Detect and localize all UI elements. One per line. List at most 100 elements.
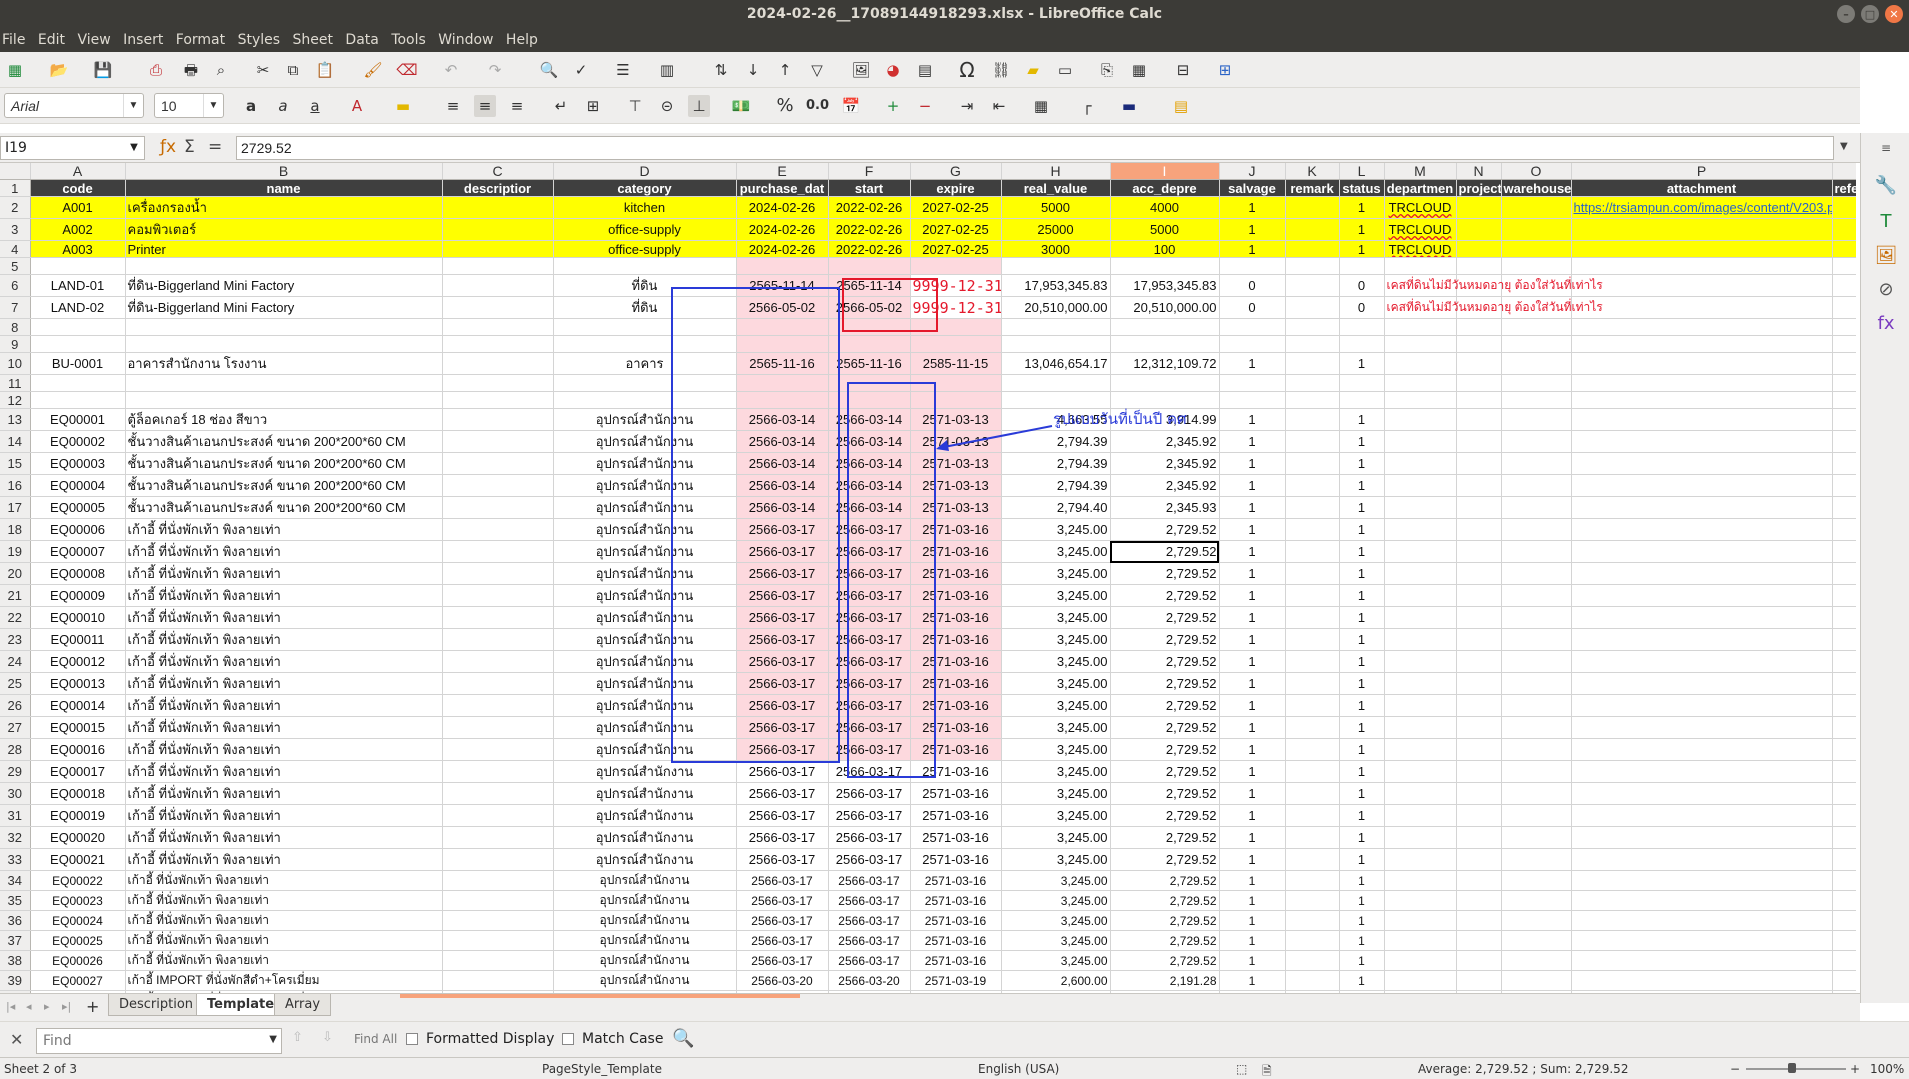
cell[interactable]: 2566-03-17: [828, 540, 911, 563]
cell[interactable]: [1339, 257, 1385, 275]
cell[interactable]: 5000: [1110, 218, 1220, 241]
cell[interactable]: [442, 218, 554, 241]
header-cell-start[interactable]: start: [828, 179, 911, 197]
cell[interactable]: อุปกรณ์สำนักงาน: [553, 650, 737, 673]
hyperlink-icon[interactable]: ⛓: [990, 59, 1012, 81]
cell[interactable]: [828, 391, 911, 409]
cell[interactable]: อุปกรณ์สำนักงาน: [553, 452, 737, 475]
cell[interactable]: เก้าอี้ IMPORT ที่นั่งพักสีดำ+โครเมี่ยม: [125, 970, 443, 991]
cell[interactable]: 1: [1219, 782, 1286, 805]
cell[interactable]: [1384, 628, 1457, 651]
cell[interactable]: ที่ดิน-Biggerland Mini Factory: [125, 274, 443, 297]
cell[interactable]: [1110, 318, 1220, 336]
cell[interactable]: 2566-03-17: [828, 628, 911, 651]
row-header[interactable]: 30: [0, 782, 31, 805]
cell[interactable]: [1501, 870, 1572, 891]
cell[interactable]: [828, 374, 911, 392]
cell[interactable]: 1: [1339, 584, 1385, 607]
cell[interactable]: 2566-03-17: [736, 738, 829, 761]
cell[interactable]: [1384, 474, 1457, 497]
cell[interactable]: [1001, 257, 1111, 275]
cell[interactable]: [1571, 930, 1833, 951]
cell[interactable]: [1339, 318, 1385, 336]
cell[interactable]: [1501, 930, 1572, 951]
cell[interactable]: [1571, 374, 1833, 392]
last-sheet-icon[interactable]: ▸|: [62, 1000, 71, 1013]
cell[interactable]: 1: [1339, 930, 1385, 951]
document-modified-icon[interactable]: 🗎: [1262, 1062, 1272, 1079]
row-header[interactable]: 36: [0, 910, 31, 931]
cell[interactable]: TRCLOUD: [1384, 196, 1457, 219]
cell[interactable]: [442, 196, 554, 219]
cell[interactable]: 2566-03-17: [828, 826, 911, 849]
cell[interactable]: เคสที่ดินไม่มีวันหมดอายุ ต้องใส่วันที่เท…: [1384, 296, 1603, 319]
sort-descending-icon[interactable]: ↑: [774, 59, 796, 81]
cell[interactable]: [1571, 218, 1833, 241]
cell[interactable]: [30, 374, 126, 392]
next-sheet-icon[interactable]: ▸: [44, 1000, 50, 1013]
cell[interactable]: [1571, 430, 1833, 453]
formula-icon[interactable]: =: [208, 137, 222, 157]
new-icon[interactable]: ▦: [4, 59, 26, 81]
cell[interactable]: 1: [1339, 196, 1385, 219]
cell[interactable]: [442, 352, 554, 375]
cell[interactable]: [1384, 950, 1457, 971]
menu-window[interactable]: Window: [436, 28, 499, 48]
cell[interactable]: 2,794.40: [1001, 496, 1111, 519]
cell[interactable]: 2566-03-14: [736, 430, 829, 453]
formula-input[interactable]: 2729.52: [236, 136, 1834, 160]
cell[interactable]: [1501, 196, 1572, 219]
cell[interactable]: 2566-03-14: [828, 430, 911, 453]
find-previous-icon[interactable]: ⇧: [292, 1030, 303, 1045]
column-header-C[interactable]: C: [442, 163, 554, 180]
cell[interactable]: [1571, 870, 1833, 891]
cell[interactable]: 2571-03-13: [910, 452, 1002, 475]
cell[interactable]: 2566-03-17: [828, 562, 911, 585]
cell[interactable]: [1832, 804, 1856, 827]
cell[interactable]: 20,510,000.00: [1110, 296, 1220, 319]
cell[interactable]: 2566-03-17: [828, 716, 911, 739]
cell[interactable]: 9999-12-31: [910, 296, 1002, 319]
cell[interactable]: [442, 408, 554, 431]
cell[interactable]: [1456, 474, 1502, 497]
cell[interactable]: เก้าอี้ ที่นั่งพักเท้า พิงลายเท่า: [125, 848, 443, 871]
cell[interactable]: 1: [1219, 910, 1286, 931]
cell[interactable]: 2022-02-26: [828, 218, 911, 241]
cell[interactable]: [1384, 518, 1457, 541]
cell[interactable]: 3,245.00: [1001, 716, 1111, 739]
select-all-corner[interactable]: [0, 163, 31, 180]
cell[interactable]: 3,245.00: [1001, 628, 1111, 651]
cell[interactable]: 1: [1339, 218, 1385, 241]
header-cell-real_value[interactable]: real_value: [1001, 179, 1111, 197]
cell[interactable]: อุปกรณ์สำนักงาน: [553, 826, 737, 849]
cell[interactable]: [442, 584, 554, 607]
row-header[interactable]: 38: [0, 950, 31, 971]
find-all-button[interactable]: Find All: [354, 1032, 397, 1046]
cell[interactable]: [1571, 584, 1833, 607]
cell[interactable]: 2566-03-17: [736, 540, 829, 563]
cell[interactable]: 2571-03-16: [910, 760, 1002, 783]
cell[interactable]: 2,729.52: [1110, 606, 1220, 629]
sum-icon[interactable]: Σ: [184, 137, 195, 157]
split-window-icon[interactable]: ⊟: [1172, 59, 1194, 81]
cell[interactable]: 2566-03-14: [736, 496, 829, 519]
cell[interactable]: 1: [1339, 848, 1385, 871]
cell[interactable]: ชั้นวางสินค้าเอนกประสงค์ ขนาด 200*200*60…: [125, 496, 443, 519]
cell[interactable]: [1285, 257, 1340, 275]
cell[interactable]: TRCLOUD: [1384, 218, 1457, 241]
cell[interactable]: 2,729.52: [1110, 890, 1220, 911]
cell[interactable]: 2566-03-17: [736, 890, 829, 911]
cell[interactable]: 1: [1219, 562, 1286, 585]
cell[interactable]: 2565-11-14: [828, 274, 911, 297]
column-header-K[interactable]: K: [1285, 163, 1340, 180]
cell[interactable]: 2,345.92: [1110, 474, 1220, 497]
cell[interactable]: [1384, 562, 1457, 585]
cell[interactable]: เก้าอี้ ที่นั่งพักเท้า พิงลายเท่า: [125, 628, 443, 651]
cell[interactable]: [1501, 374, 1572, 392]
copy-icon[interactable]: ⧉: [282, 59, 304, 81]
row-header[interactable]: 4: [0, 240, 31, 258]
cell[interactable]: 1: [1339, 910, 1385, 931]
header-cell-project[interactable]: project: [1456, 179, 1502, 197]
cell[interactable]: 2,729.52: [1110, 950, 1220, 971]
cell[interactable]: อาคาร: [553, 352, 737, 375]
